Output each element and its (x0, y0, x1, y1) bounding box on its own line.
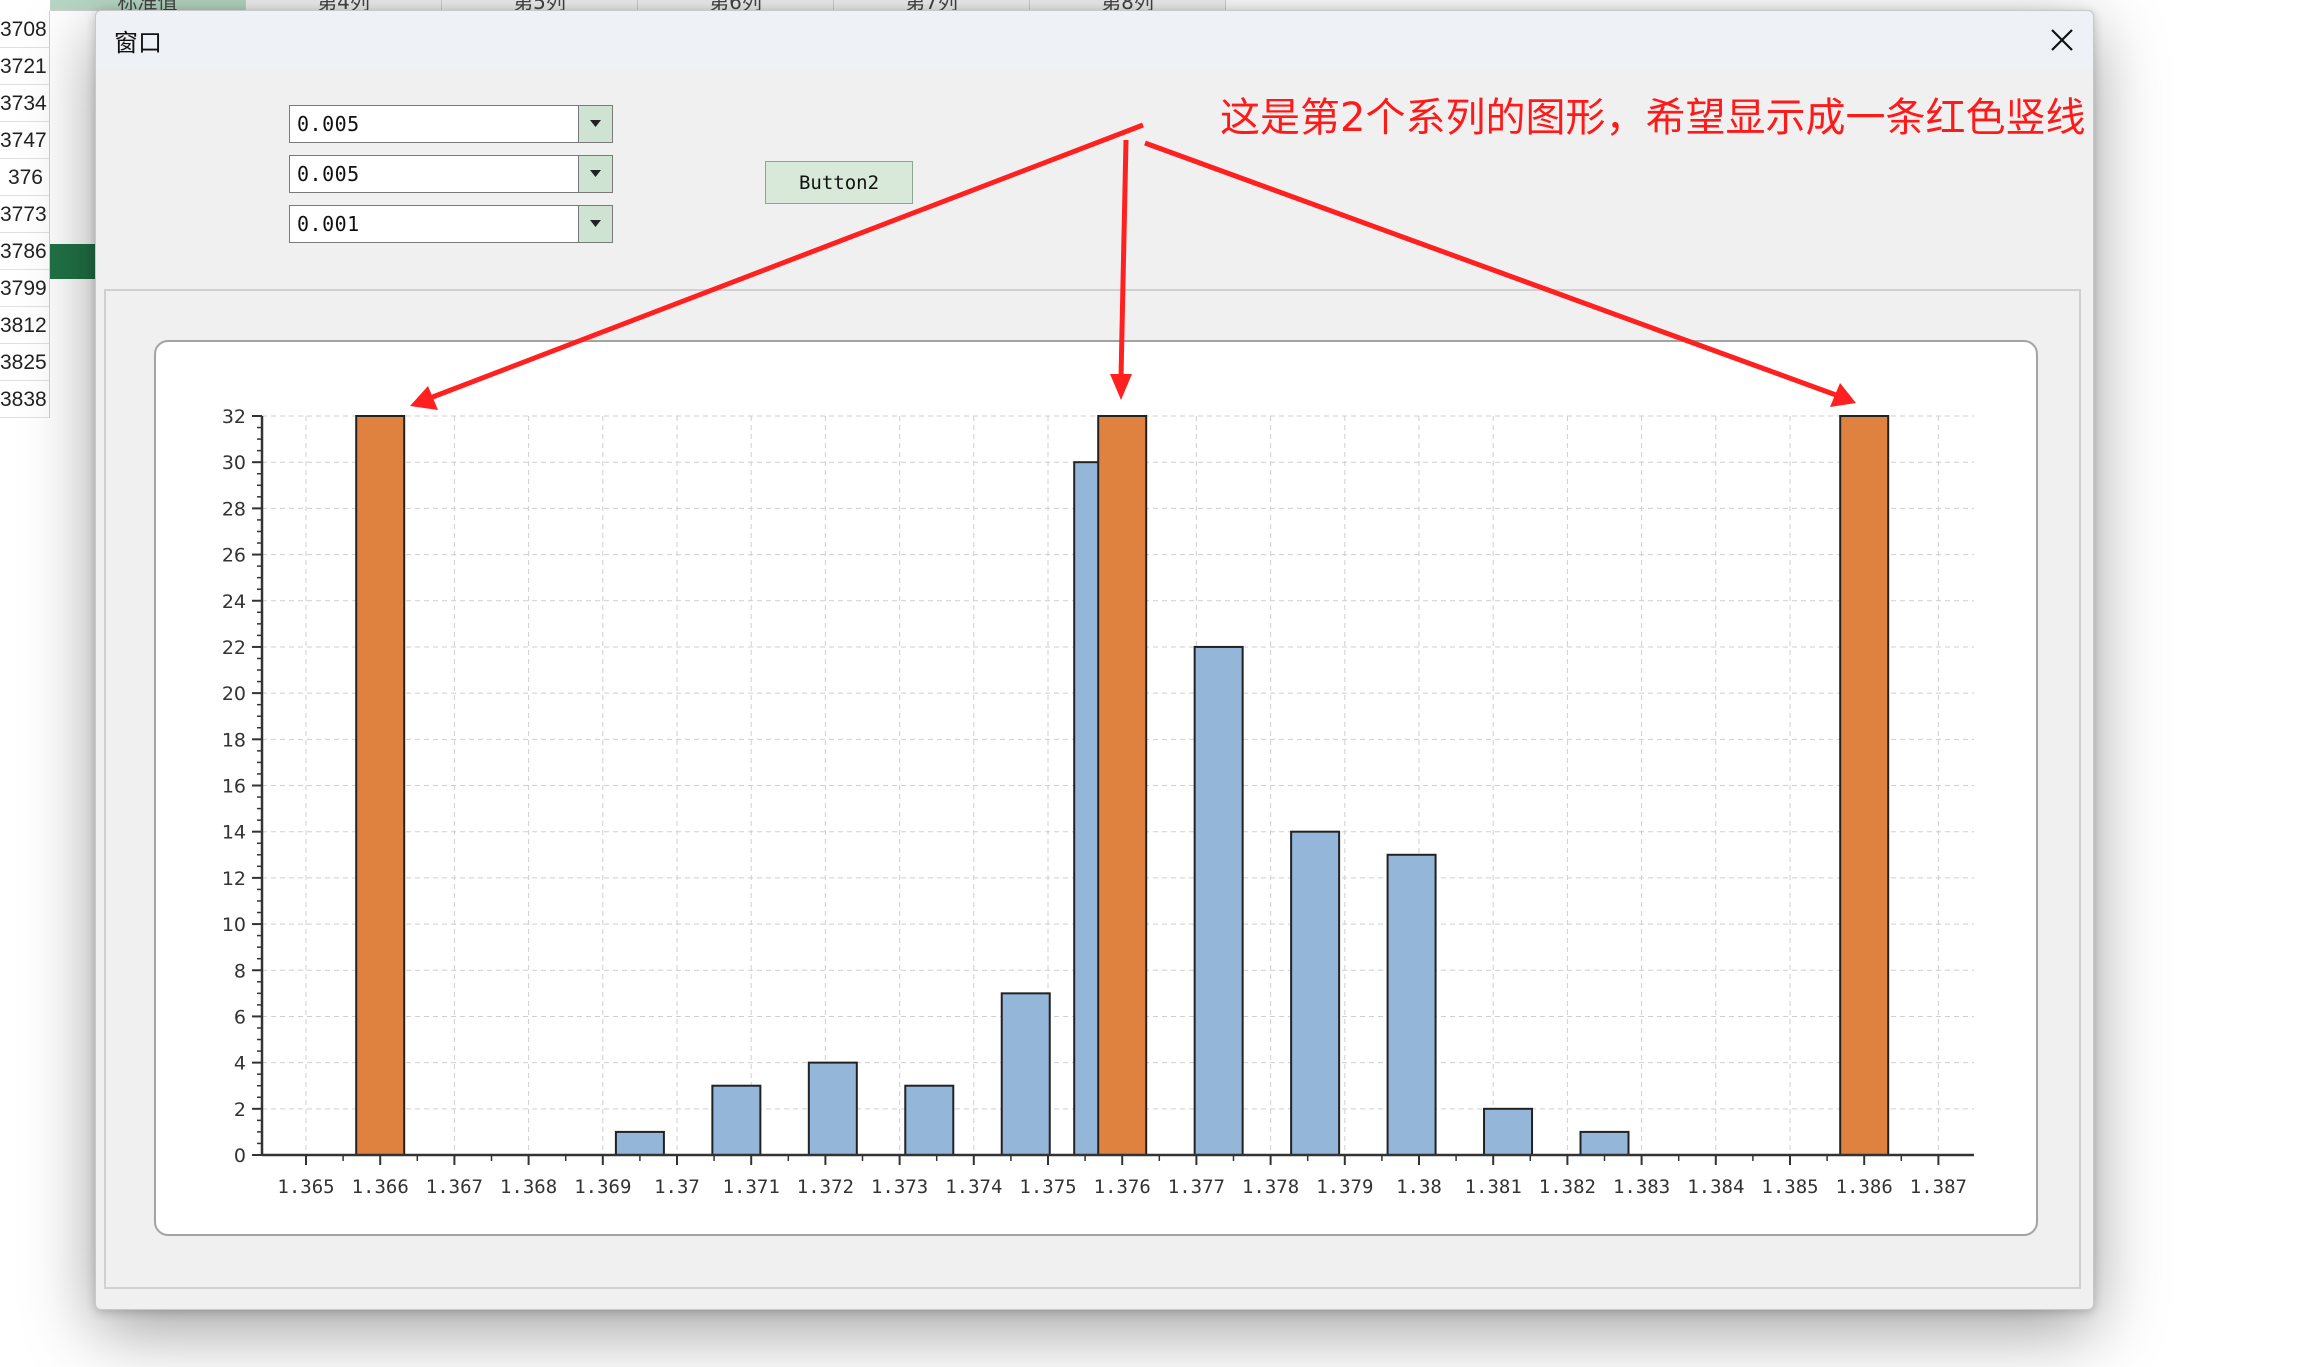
combo-box-1-dropdown-button[interactable] (578, 106, 612, 142)
close-icon (2051, 29, 2073, 51)
series-1-bar (904, 1084, 955, 1156)
x-tick-label: 1.386 (1836, 1176, 1893, 1198)
y-tick-label: 30 (222, 452, 246, 474)
column-header-5[interactable]: 第5列 (442, 0, 638, 10)
chevron-down-icon (590, 170, 601, 177)
combo-box-3-value: 0.001 (297, 212, 360, 236)
series-1-bar (1000, 992, 1051, 1156)
combo-box-1-value: 0.005 (297, 112, 360, 136)
x-tick-label: 1.371 (723, 1176, 780, 1198)
dialog-window: 窗口 0.005 0.005 0.001 Button2 0 2 4 6 8 10 1 (95, 10, 2094, 1310)
y-tick-label: 18 (222, 729, 246, 751)
x-tick-label: 1.367 (426, 1176, 483, 1198)
x-tick-label: 1.38 (1396, 1176, 1442, 1198)
series-1-bar (614, 1130, 665, 1156)
x-tick-label: 1.373 (871, 1176, 928, 1198)
chart-container: 0 2 4 6 8 10 12 14 16 18 20 22 24 26 28 30 32 1.365 1.366 1… (154, 340, 2038, 1236)
spreadsheet-cell[interactable]: 3773 (0, 196, 50, 233)
y-tick-label: 28 (222, 498, 246, 520)
x-tick-label: 1.382 (1539, 1176, 1596, 1198)
x-tick-label: 1.376 (1094, 1176, 1151, 1198)
y-tick-label: 8 (234, 960, 246, 982)
spreadsheet-cell[interactable]: 3838 (0, 381, 50, 418)
column-header-6[interactable]: 第6列 (638, 0, 834, 10)
x-tick-label: 1.387 (1910, 1176, 1967, 1198)
histogram-chart: 024681012141618202224262830321.365 1.366 1… (222, 406, 1974, 1198)
dialog-titlebar[interactable]: 窗口 (96, 11, 2093, 69)
spreadsheet-cell[interactable]: 3825 (0, 344, 50, 381)
series-1-bar (711, 1084, 762, 1156)
x-tick-label: 1.368 (500, 1176, 557, 1198)
spreadsheet-cell[interactable]: 3786 (0, 233, 50, 270)
combo-box-3-dropdown-button[interactable] (578, 206, 612, 242)
selected-cell-highlight[interactable] (50, 244, 98, 279)
spreadsheet-cell[interactable]: 3721 (0, 48, 50, 85)
x-tick-label: 1.37 (654, 1176, 700, 1198)
chevron-down-icon (590, 120, 601, 127)
chevron-down-icon (590, 220, 601, 227)
combo-box-2[interactable]: 0.005 (289, 155, 613, 193)
x-tick-label: 1.365 (277, 1176, 334, 1198)
x-tick-label: 1.383 (1613, 1176, 1670, 1198)
x-tick-label: 1.379 (1316, 1176, 1373, 1198)
series-1-bar (1386, 853, 1437, 1156)
y-tick-label: 32 (222, 406, 246, 428)
y-tick-label: 4 (234, 1053, 246, 1075)
combo-box-1[interactable]: 0.005 (289, 105, 613, 143)
column-header-7[interactable]: 第7列 (834, 0, 1030, 10)
y-tick-label: 26 (222, 545, 246, 567)
combo-box-2-value: 0.005 (297, 162, 360, 186)
button2[interactable]: Button2 (765, 161, 913, 204)
y-tick-label: 24 (222, 591, 246, 613)
series-1-bar (1579, 1130, 1630, 1156)
x-tick-label: 1.366 (352, 1176, 409, 1198)
y-tick-label: 16 (222, 776, 246, 798)
series-2-bar (1097, 415, 1148, 1156)
combo-box-2-dropdown-button[interactable] (578, 156, 612, 192)
x-tick-label: 1.381 (1465, 1176, 1522, 1198)
y-tick-label: 10 (222, 914, 246, 936)
x-tick-label: 1.369 (574, 1176, 631, 1198)
spreadsheet-cell[interactable]: 3812 (0, 307, 50, 344)
y-tick-label: 6 (234, 1006, 246, 1028)
series-1-bar (1483, 1107, 1534, 1156)
spreadsheet-cell[interactable]: 3747 (0, 122, 50, 159)
series-2-bar (1839, 415, 1890, 1156)
y-tick-label: 0 (234, 1145, 246, 1167)
spreadsheet-cell[interactable]: 376 (0, 159, 50, 196)
series-1-bar (1193, 645, 1244, 1156)
annotation-text: 这是第2个系列的图形，希望显示成一条红色竖线 (1220, 95, 2086, 141)
y-tick-label: 2 (234, 1099, 246, 1121)
x-tick-label: 1.384 (1687, 1176, 1744, 1198)
combo-box-3[interactable]: 0.001 (289, 205, 613, 243)
x-tick-label: 1.385 (1761, 1176, 1818, 1198)
x-tick-label: 1.377 (1168, 1176, 1225, 1198)
close-button[interactable] (2039, 17, 2085, 63)
series-2-bar (355, 415, 406, 1156)
y-tick-label: 20 (222, 683, 246, 705)
column-header-4[interactable]: 第4列 (246, 0, 442, 10)
x-tick-label: 1.372 (797, 1176, 854, 1198)
dialog-title: 窗口 (114, 29, 162, 57)
y-tick-label: 22 (222, 637, 246, 659)
x-tick-label: 1.378 (1242, 1176, 1299, 1198)
column-header-8[interactable]: 第8列 (1030, 0, 1226, 10)
spreadsheet-cell-column: 3708 3721 3734 3747 376 3773 3786 3799 3… (0, 11, 50, 418)
x-tick-label: 1.374 (945, 1176, 1002, 1198)
x-tick-label: 1.375 (1019, 1176, 1076, 1198)
spreadsheet-cell[interactable]: 3708 (0, 11, 50, 48)
column-header-standard[interactable]: 标准值 (50, 0, 246, 10)
spreadsheet-cell[interactable]: 3734 (0, 85, 50, 122)
spreadsheet-cell[interactable]: 3799 (0, 270, 50, 307)
series-1-bar (1290, 830, 1341, 1156)
series-1-bar (807, 1061, 858, 1156)
y-tick-label: 14 (222, 822, 246, 844)
y-tick-label: 12 (222, 868, 246, 890)
